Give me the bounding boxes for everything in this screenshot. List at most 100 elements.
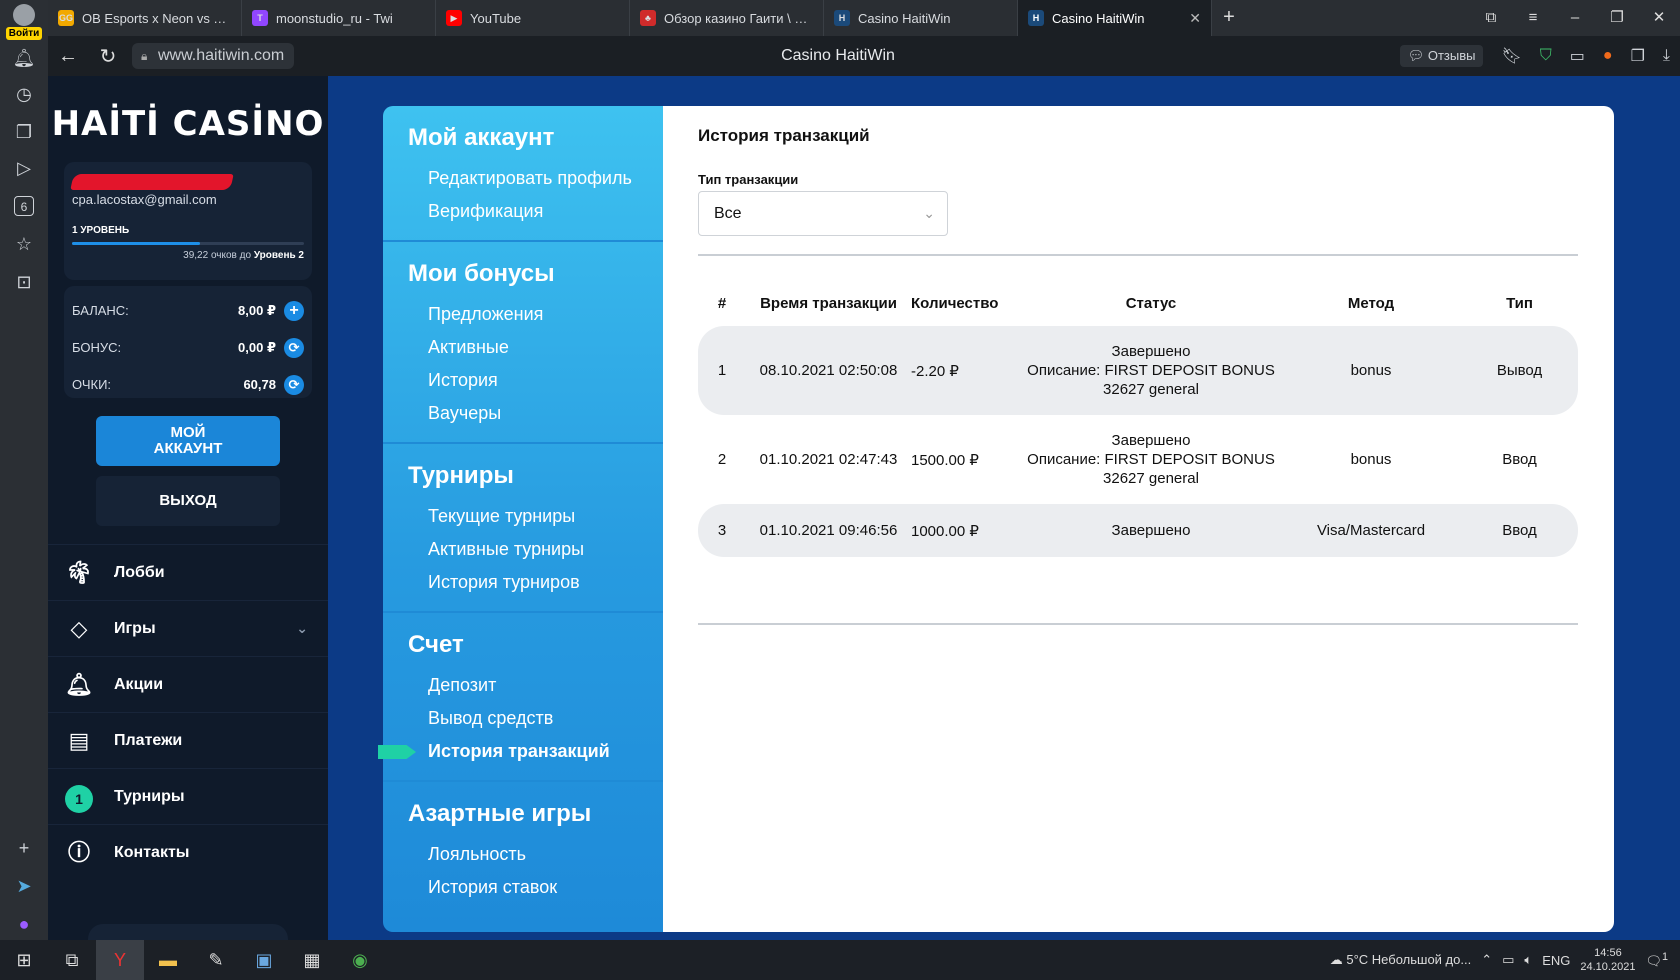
collections-icon[interactable]: ❐: [12, 120, 36, 144]
task-view-icon[interactable]: ⧉: [48, 940, 96, 980]
bonus-value: 0,00 ₽: [238, 339, 276, 355]
browser-tab[interactable]: ♣ Обзор казино Гаити \ HAI: [630, 0, 824, 36]
minimize-icon[interactable]: –: [1554, 0, 1596, 36]
account-menu-link[interactable]: Активные: [408, 331, 663, 364]
language-selector[interactable]: [88, 924, 288, 940]
add-balance-icon[interactable]: +: [284, 300, 304, 321]
input-language[interactable]: ENG: [1542, 953, 1570, 968]
weather-widget[interactable]: ☁ 5°C Небольшой до...: [1330, 952, 1471, 968]
clock[interactable]: 14:56 24.10.2021: [1580, 946, 1635, 974]
account-menu-heading[interactable]: Азартные игры: [408, 800, 663, 828]
history-icon[interactable]: ◷: [12, 82, 36, 106]
nav-payments-label: Платежи: [114, 731, 183, 749]
nav-lobby[interactable]: 🌴︎ Лобби: [48, 544, 328, 600]
reviews-button[interactable]: 💬︎ Отзывы: [1399, 45, 1484, 67]
tab-title: YouTube: [470, 10, 522, 26]
account-menu-link[interactable]: Вывод средств: [408, 702, 663, 735]
close-tab-icon[interactable]: ✕: [1189, 10, 1201, 27]
browser-tab[interactable]: H Casino HaitiWin ✕: [1018, 0, 1212, 36]
account-menu-heading[interactable]: Турниры: [408, 462, 663, 490]
screenshot-icon[interactable]: ⊡: [12, 270, 36, 294]
star-icon[interactable]: ☆: [12, 232, 36, 256]
paint-icon[interactable]: ✎: [192, 940, 240, 980]
alice-icon[interactable]: ●: [12, 912, 36, 936]
browser-tab[interactable]: Tmoonstudio_ru - Twi: [242, 0, 436, 36]
profile-button[interactable]: Войти: [6, 4, 42, 40]
windows-start-icon[interactable]: ⊞: [0, 940, 48, 980]
bookmark-icon[interactable]: 🔖︎: [1501, 46, 1521, 66]
video-icon[interactable]: ▷: [12, 156, 36, 180]
browser-tab[interactable]: H Casino HaitiWin: [824, 0, 1018, 36]
profile-login-label: Войти: [6, 27, 42, 40]
file-explorer-icon[interactable]: ▬: [144, 940, 192, 980]
shield-icon[interactable]: ⛉: [1540, 47, 1552, 65]
close-icon[interactable]: ✕: [1638, 0, 1680, 36]
account-menu-link[interactable]: Текущие турниры: [408, 500, 663, 533]
notifications-icon[interactable]: 🗨︎1: [1645, 951, 1668, 969]
browser-tab[interactable]: ▶ YouTube: [436, 0, 630, 36]
refresh-points-icon[interactable]: ⟳: [284, 374, 304, 395]
status-description-detail: 32627 general: [1103, 470, 1199, 487]
account-menu-heading[interactable]: Счет: [408, 631, 663, 659]
tab-counter[interactable]: 6: [14, 196, 34, 216]
account-menu-link[interactable]: Редактировать профиль: [408, 162, 663, 195]
account-menu-link[interactable]: История: [408, 364, 663, 397]
reader-icon[interactable]: ❐: [1631, 46, 1645, 66]
bonus-row: БОНУС: 0,00 ₽ ⟳: [72, 329, 304, 366]
nav-games[interactable]: ◇ Игры ⌄: [48, 600, 328, 656]
calculator-icon[interactable]: ▦: [288, 940, 336, 980]
col-number: #: [717, 295, 727, 312]
account-menu-link[interactable]: Верификация: [408, 195, 663, 228]
logout-button[interactable]: ВЫХОД: [96, 476, 280, 526]
windows-taskbar: ⊞ ⧉ Y ▬ ✎ ▣ ▦ ◉ ☁ 5°C Небольшой до... ⌃ …: [0, 940, 1680, 980]
restore-icon[interactable]: ❐: [1596, 0, 1638, 36]
tab-title: OB Esports x Neon vs Team: [82, 10, 231, 26]
window-controls: ⧉ ≡ – ❐ ✕: [1470, 0, 1680, 36]
account-menu-section: Турниры Текущие турниры Активные турниры Ис…: [383, 444, 663, 613]
account-menu-link[interactable]: Предложения: [408, 298, 663, 331]
tab-favicon: ♣: [640, 10, 656, 26]
tab-manager-icon[interactable]: ⧉: [1470, 0, 1512, 36]
account-menu-link[interactable]: Активные турниры: [408, 533, 663, 566]
nav-contacts[interactable]: ⓘ Контакты: [48, 824, 328, 880]
url-field[interactable]: 🔒︎ www.haitiwin.com: [132, 43, 295, 69]
yandex-browser-icon[interactable]: Y: [96, 940, 144, 980]
bell-icon[interactable]: 🔔︎: [12, 46, 36, 70]
volume-icon[interactable]: 🔈︎: [1524, 952, 1532, 968]
browser-tab[interactable]: GG OB Esports x Neon vs Team: [48, 0, 242, 36]
back-icon[interactable]: ←: [48, 45, 88, 68]
transaction-type-select[interactable]: Все ⌄: [698, 191, 948, 236]
transactions-table: # Время транзакции Количество Статус Мет…: [698, 281, 1578, 557]
nav-payments[interactable]: ▤ Платежи: [48, 712, 328, 768]
account-menu-link[interactable]: История турниров: [408, 566, 663, 599]
download-icon[interactable]: ⤓: [1663, 47, 1670, 65]
account-menu-heading[interactable]: Мои бонусы: [408, 260, 663, 288]
account-menu-link[interactable]: Депозит: [408, 669, 663, 702]
account-menu-heading[interactable]: Мой аккаунт: [408, 124, 663, 152]
extension-icon[interactable]: ●: [1603, 47, 1613, 65]
network-icon[interactable]: ▭: [1502, 952, 1514, 968]
reload-icon[interactable]: ↻: [88, 44, 128, 69]
remote-desktop-icon[interactable]: ▣: [240, 940, 288, 980]
menu-icon[interactable]: ≡: [1512, 0, 1554, 36]
nav-tournaments[interactable]: 1 Турниры: [48, 768, 328, 824]
add-panel-icon[interactable]: +: [12, 836, 36, 860]
tray-chevron-icon[interactable]: ⌃: [1481, 952, 1492, 968]
account-menu-link-active[interactable]: История транзакций: [408, 735, 663, 768]
cell-status: Завершено: [1021, 504, 1281, 557]
new-tab-button[interactable]: +: [1212, 0, 1246, 36]
refresh-bonus-icon[interactable]: ⟳: [284, 337, 304, 358]
account-menu-link[interactable]: Ваучеры: [408, 397, 663, 430]
send-icon[interactable]: ➤: [12, 874, 36, 898]
my-account-button[interactable]: МОЙ АККАУНТ: [96, 416, 280, 466]
balance-row: БАЛАНС: 8,00 ₽ +: [72, 292, 304, 329]
tv-icon[interactable]: ▭: [1570, 46, 1585, 66]
nav-promotions[interactable]: 🔔︎ Акции: [48, 656, 328, 712]
url-text: www.haitiwin.com: [158, 47, 285, 64]
points-row: ОЧКИ: 60,78 ⟳: [72, 366, 304, 403]
account-menu-link[interactable]: История ставок: [408, 871, 663, 904]
account-menu-link[interactable]: Лояльность: [408, 838, 663, 871]
cell-time: 01.10.2021 02:47:43: [759, 451, 898, 468]
site-logo[interactable]: HAİTİ CASİNO: [48, 104, 328, 144]
chrome-icon[interactable]: ◉: [336, 940, 384, 980]
